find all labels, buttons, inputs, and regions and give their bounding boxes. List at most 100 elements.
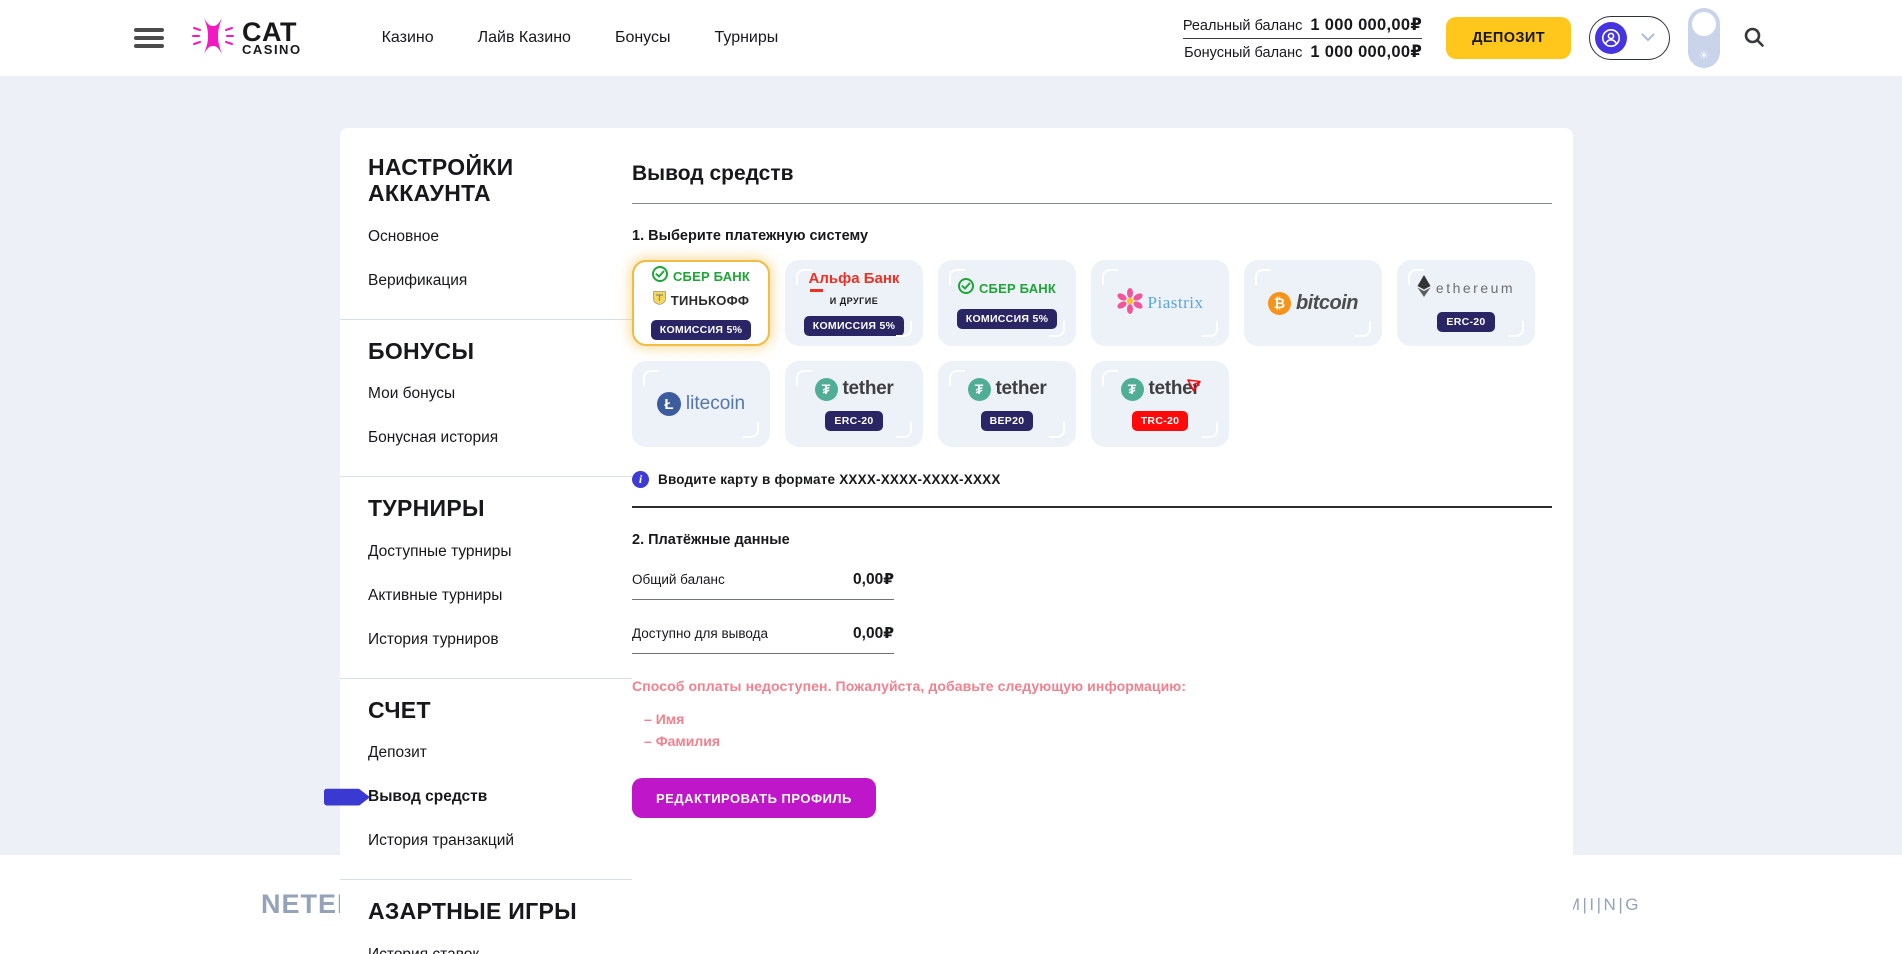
payment-sublabel: И ДРУГИЕ (830, 296, 878, 306)
sidebar-item-transaction-history[interactable]: История транзакций (368, 819, 612, 863)
total-balance-row: Общий баланс 0,00₽ (632, 570, 894, 600)
payment-method-ethereum[interactable]: ethereum ERC-20 (1397, 260, 1535, 346)
section-title: БОНУСЫ (368, 338, 578, 364)
logo-wordmark: CAT CASINO (242, 20, 302, 56)
list-bullet: – (644, 711, 652, 727)
ethereum-icon (1417, 275, 1431, 302)
sidebar-section-gambling: АЗАРТНЫЕ ИГРЫ История ставок (340, 880, 632, 954)
header-right: Реальный баланс 1 000 000,00₽ Бонусный б… (1183, 8, 1770, 68)
payment-label: СБЕР БАНК (979, 281, 1056, 296)
profile-menu-button[interactable] (1589, 16, 1670, 60)
list-bullet: – (644, 733, 652, 749)
sidebar-section-account: СЧЕТ Депозит Вывод средств История транз… (340, 679, 632, 869)
balance-block: Реальный баланс 1 000 000,00₽ Бонусный б… (1183, 12, 1422, 65)
theme-toggle[interactable]: ☀ (1688, 8, 1720, 68)
available-balance-row: Доступно для вывода 0,00₽ (632, 624, 894, 654)
nav-item-live-casino[interactable]: Лайв Казино (478, 29, 571, 47)
sidebar-item-withdrawal[interactable]: Вывод средств (368, 775, 612, 819)
section-title: ТУРНИРЫ (368, 495, 578, 521)
payment-unavailable-warning: Способ оплаты недоступен. Пожалуйста, до… (632, 678, 1552, 752)
payment-method-tether-bep20[interactable]: ₮ tether BEP20 (938, 361, 1076, 447)
cat-casino-logo[interactable]: CAT CASINO (192, 16, 302, 61)
litecoin-icon: Ł (657, 392, 681, 416)
payment-label: ethereum (1436, 280, 1515, 296)
balance-summary: Общий баланс 0,00₽ Доступно для вывода 0… (632, 570, 894, 654)
payment-label: СБЕР БАНК (673, 269, 750, 284)
sidebar-item-my-bonuses[interactable]: Мои бонусы (368, 372, 612, 416)
edit-profile-button[interactable]: РЕДАКТИРОВАТЬ ПРОФИЛЬ (632, 778, 876, 818)
sber-check-icon (652, 266, 668, 287)
payment-method-sber-bank[interactable]: СБЕР БАНК КОМИССИЯ 5% (938, 260, 1076, 346)
warning-item-label: Фамилия (656, 733, 720, 749)
payment-methods-grid: СБЕР БАНК ТИНЬКОФФ КОМИССИЯ 5% Альфа Бан… (632, 260, 1552, 447)
payment-method-bitcoin[interactable]: ₿ bitcoin (1244, 260, 1382, 346)
page-title: Вывод средств (632, 162, 1552, 186)
sidebar-item-bonus-history[interactable]: Бонусная история (368, 416, 612, 460)
nav-item-casino[interactable]: Казино (382, 29, 434, 47)
payment-label: bitcoin (1296, 292, 1358, 315)
network-badge: BEP20 (981, 411, 1034, 431)
commission-badge: КОМИССИЯ 5% (651, 320, 752, 340)
payment-method-litecoin[interactable]: Ł litecoin (632, 361, 770, 447)
bitcoin-icon: ₿ (1268, 292, 1291, 315)
payment-label: ТИНЬКОФФ (671, 293, 749, 308)
nav-item-bonuses[interactable]: Бонусы (615, 29, 671, 47)
sidebar-item-main[interactable]: Основное (368, 215, 612, 259)
deposit-button[interactable]: ДЕПОЗИТ (1446, 17, 1571, 59)
section-title: СЧЕТ (368, 697, 578, 723)
payment-method-alfa-bank[interactable]: Альфа Банк И ДРУГИЕ КОМИССИЯ 5% (785, 260, 923, 346)
account-sidebar: НАСТРОЙКИ АККАУНТА Основное Верификация … (340, 128, 632, 954)
main-nav: Казино Лайв Казино Бонусы Турниры (382, 29, 779, 47)
network-badge: ERC-20 (1437, 312, 1494, 332)
payment-method-tether-erc20[interactable]: ₮ tether ERC-20 (785, 361, 923, 447)
sidebar-item-available-tournaments[interactable]: Доступные турниры (368, 530, 612, 574)
warning-item-label: Имя (656, 711, 685, 727)
real-balance-value: 1 000 000,00₽ (1310, 15, 1422, 35)
sidebar-item-verification[interactable]: Верификация (368, 259, 612, 303)
nav-item-tournaments[interactable]: Турниры (715, 29, 779, 47)
network-badge: ERC-20 (825, 411, 882, 431)
network-badge: TRC-20 (1132, 411, 1189, 431)
info-note-text: Вводите карту в формате XXXX-XXXX-XXXX-X… (658, 472, 1001, 487)
payment-method-sber-tinkoff[interactable]: СБЕР БАНК ТИНЬКОФФ КОМИССИЯ 5% (632, 260, 770, 346)
piastrix-flower-icon (1117, 288, 1143, 319)
top-header: CAT CASINO Казино Лайв Казино Бонусы Тур… (0, 0, 1902, 76)
sidebar-item-active-tournaments[interactable]: Активные турниры (368, 574, 612, 618)
payment-label: litecoin (686, 393, 745, 415)
available-balance-label: Доступно для вывода (632, 626, 768, 641)
total-balance-label: Общий баланс (632, 572, 725, 587)
real-balance-label: Реальный баланс (1183, 18, 1303, 34)
search-icon (1742, 25, 1766, 49)
title-divider (632, 203, 1552, 204)
step2-label: 2. Платёжные данные (632, 532, 1552, 548)
commission-badge: КОМИССИЯ 5% (957, 309, 1058, 329)
sidebar-item-tournament-history[interactable]: История турниров (368, 618, 612, 662)
alfa-underline-icon (810, 289, 823, 292)
commission-badge: КОМИССИЯ 5% (804, 316, 905, 336)
payment-label: Piastrix (1148, 293, 1204, 313)
tether-icon: ₮ (968, 378, 991, 401)
sidebar-section-bonuses: БОНУСЫ Мои бонусы Бонусная история (340, 320, 632, 466)
sidebar-item-label: Вывод средств (368, 788, 487, 805)
sidebar-item-bet-history[interactable]: История ставок (368, 933, 612, 954)
withdrawal-content: Вывод средств 1. Выберите платежную сист… (632, 128, 1590, 954)
warning-item-last-name: – Фамилия (644, 730, 1552, 752)
step1-label: 1. Выберите платежную систему (632, 228, 1552, 244)
hamburger-menu-icon[interactable] (134, 24, 164, 52)
warning-text: Способ оплаты недоступен. Пожалуйста, до… (632, 678, 1552, 694)
section-divider (632, 506, 1552, 508)
search-button[interactable] (1738, 21, 1770, 56)
payment-method-piastrix[interactable]: Piastrix (1091, 260, 1229, 346)
sidebar-item-deposit[interactable]: Депозит (368, 731, 612, 775)
payment-method-tether-trc20[interactable]: ₮ tether TRC-20 (1091, 361, 1229, 447)
tron-icon (1187, 379, 1201, 397)
payment-label: tether (996, 378, 1047, 400)
cat-logo-icon (192, 16, 234, 61)
warning-list: – Имя – Фамилия (644, 708, 1552, 752)
sun-icon: ☀ (1698, 49, 1710, 62)
account-card: НАСТРОЙКИ АККАУНТА Основное Верификация … (340, 128, 1573, 954)
total-balance-value: 0,00₽ (853, 570, 894, 589)
sber-check-icon (958, 278, 974, 299)
page-body: НАСТРОЙКИ АККАУНТА Основное Верификация … (0, 76, 1902, 855)
bonus-balance-label: Бонусный баланс (1184, 45, 1302, 61)
